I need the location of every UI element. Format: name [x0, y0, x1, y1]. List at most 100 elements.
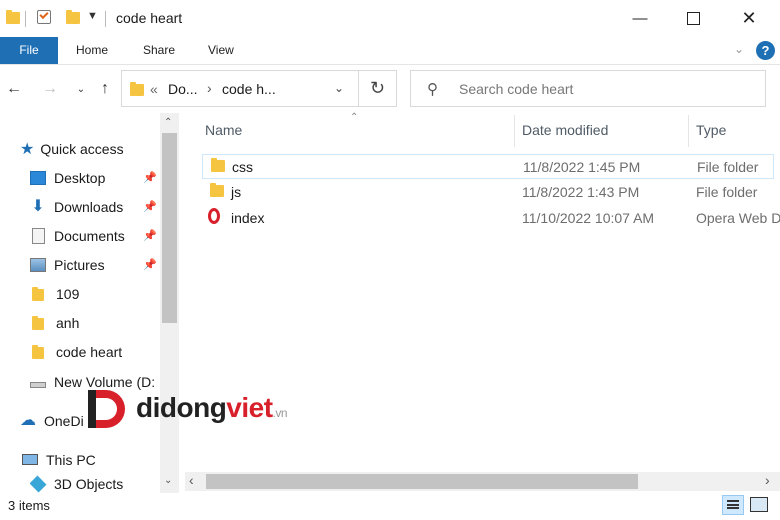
sidebar-item-label: OneDi: [44, 412, 84, 429]
column-divider[interactable]: [688, 115, 689, 147]
sidebar-item-desktop[interactable]: Desktop 📌: [30, 163, 160, 192]
file-date: 11/8/2022 1:45 PM: [523, 159, 641, 175]
properties-icon[interactable]: [37, 9, 51, 24]
sidebar-item-documents[interactable]: Documents 📌: [30, 221, 160, 250]
tab-view[interactable]: View: [194, 37, 248, 64]
file-name: css: [232, 159, 253, 175]
sidebar-item-label: code heart: [56, 343, 123, 360]
customize-toolbar-icon[interactable]: ▼: [87, 10, 98, 22]
title-separator: [25, 11, 26, 27]
address-bar[interactable]: « Do... › code h... ⌄ ↻: [121, 70, 397, 107]
column-header-date[interactable]: Date modified: [522, 122, 608, 138]
sidebar-item-downloads[interactable]: ⬇ Downloads 📌: [30, 192, 160, 221]
new-folder-icon[interactable]: [66, 10, 80, 24]
title-bar: ▼ code heart — ✕: [0, 0, 780, 37]
title-separator: [105, 11, 106, 27]
folder-icon: [210, 183, 224, 197]
back-arrow-icon[interactable]: ←: [2, 76, 26, 102]
scroll-right-icon[interactable]: ›: [765, 472, 770, 488]
downloads-icon: ⬇: [31, 197, 45, 215]
scroll-down-icon[interactable]: ⌄: [164, 475, 172, 486]
search-icon: ⚲: [427, 81, 438, 98]
brand-main: didong: [136, 392, 227, 423]
brand-accent: viet: [226, 392, 273, 423]
expand-ribbon-icon[interactable]: ⌄: [734, 42, 744, 56]
tab-share[interactable]: Share: [129, 37, 189, 64]
file-date: 11/10/2022 10:07 AM: [522, 210, 655, 226]
file-type: Opera Web D: [696, 210, 780, 226]
sort-arrow-icon: ⌃: [350, 112, 359, 123]
documents-icon: [32, 227, 45, 244]
pictures-icon: [30, 257, 46, 272]
address-divider: [358, 71, 359, 106]
sidebar-scroll-thumb[interactable]: [162, 133, 177, 323]
sidebar-item-label: Quick access: [40, 140, 124, 157]
maximize-button[interactable]: [670, 0, 716, 37]
file-type: File folder: [697, 159, 759, 175]
sidebar-item-3d-objects[interactable]: 3D Objects: [30, 474, 160, 494]
brand-suffix: .vn: [272, 406, 288, 420]
star-icon: ★: [20, 140, 35, 158]
forward-arrow-icon[interactable]: →: [38, 76, 62, 102]
sidebar-item-code-heart[interactable]: code heart: [32, 337, 160, 366]
search-box[interactable]: ⚲ Search code heart: [410, 70, 766, 107]
scroll-left-icon[interactable]: ‹: [189, 472, 194, 488]
tab-home[interactable]: Home: [62, 37, 122, 64]
recent-locations-icon[interactable]: ⌄: [69, 76, 93, 102]
chevron-right-icon[interactable]: ›: [207, 80, 212, 96]
sidebar-item-anh[interactable]: anh: [32, 308, 160, 337]
cube-icon: [30, 475, 47, 493]
column-header-type[interactable]: Type: [696, 122, 726, 138]
file-row[interactable]: js 11/8/2022 1:43 PM File folder: [202, 180, 774, 205]
sidebar-item-label: This PC: [46, 451, 96, 468]
close-button[interactable]: ✕: [726, 0, 772, 37]
folder-icon: [6, 10, 20, 24]
file-row[interactable]: css 11/8/2022 1:45 PM File folder: [202, 154, 774, 179]
folder-icon: [32, 344, 48, 359]
pin-icon: 📌: [143, 201, 157, 213]
file-row[interactable]: index 11/10/2022 10:07 AM Opera Web D: [202, 206, 780, 231]
file-type: File folder: [696, 184, 758, 200]
sidebar-quick-access[interactable]: ★ Quick access: [20, 134, 180, 163]
tab-file[interactable]: File: [0, 37, 58, 64]
pin-icon: 📌: [143, 230, 157, 242]
brand-wordmark: didongviet.vn: [136, 392, 288, 424]
sidebar-item-label: Pictures: [54, 256, 105, 273]
drive-icon: [30, 381, 46, 388]
computer-icon: [22, 454, 38, 465]
sidebar-item-pictures[interactable]: Pictures 📌: [30, 250, 160, 279]
status-item-count: 3 items: [8, 498, 50, 513]
chevron-down-icon[interactable]: ⌄: [334, 81, 344, 95]
scroll-up-icon[interactable]: ⌃: [164, 117, 172, 128]
sidebar-item-label: Desktop: [54, 169, 106, 186]
details-view-icon[interactable]: [722, 495, 744, 515]
sidebar-item-this-pc[interactable]: This PC: [22, 445, 160, 474]
column-header-name[interactable]: Name: [205, 122, 242, 138]
folder-icon: [130, 82, 144, 96]
folder-icon: [32, 315, 48, 330]
sidebar-item-label: 3D Objects: [54, 476, 124, 492]
search-input[interactable]: Search code heart: [459, 81, 573, 97]
breadcrumb-segment[interactable]: Do...: [168, 81, 198, 97]
horizontal-scroll-thumb[interactable]: [206, 474, 638, 489]
up-arrow-icon[interactable]: ↑: [93, 76, 117, 102]
brand-logo: [88, 390, 125, 428]
minimize-button[interactable]: —: [617, 0, 663, 37]
pin-icon: 📌: [143, 259, 157, 271]
column-divider[interactable]: [514, 115, 515, 147]
help-icon[interactable]: ?: [756, 41, 775, 60]
breadcrumb-overflow[interactable]: «: [150, 81, 158, 97]
file-name: js: [231, 184, 242, 200]
folder-icon: [32, 286, 48, 301]
breadcrumb-segment[interactable]: code h...: [222, 81, 276, 97]
cloud-icon: ☁: [20, 411, 36, 429]
folder-icon: [211, 158, 225, 172]
sidebar-item-label: Downloads: [54, 198, 124, 215]
sidebar-item-109[interactable]: 109: [32, 279, 160, 308]
opera-icon: [208, 208, 220, 224]
refresh-icon[interactable]: ↻: [370, 78, 385, 99]
sidebar-item-label: 109: [56, 285, 80, 302]
large-icons-view-icon[interactable]: [750, 497, 768, 512]
window-title: code heart: [116, 10, 183, 26]
file-name: index: [231, 210, 265, 226]
